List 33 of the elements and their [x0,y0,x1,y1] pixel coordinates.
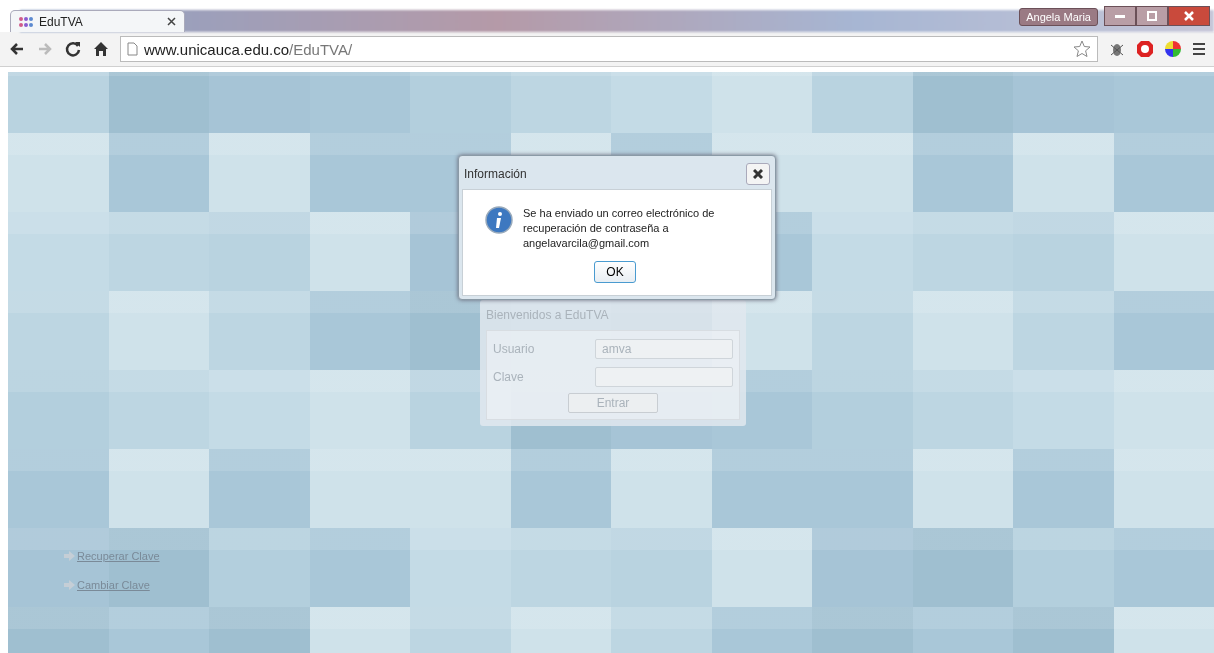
close-button[interactable] [746,163,770,185]
input-field[interactable] [595,367,733,387]
dialog-message: Se ha enviado un correo electrónico de recuperación de contraseña a angelavarcila@gmail.com [523,206,716,251]
url-text: www.unicauca.edu.co/EduTVA/ [144,40,353,58]
color-wheel-icon[interactable] [1164,40,1182,58]
tab-title: EduTVA [39,14,83,29]
field-label: Clave [493,370,524,384]
info-icon [485,206,513,234]
close-icon [1184,11,1194,21]
reload-icon[interactable] [64,40,82,58]
profile-button[interactable]: Angela Maria [1019,8,1098,26]
close-button[interactable] [1168,6,1210,26]
arrow-icon [64,551,75,561]
arrow-icon [64,580,75,590]
app-icon [19,15,33,28]
address-bar[interactable]: www.unicauca.edu.co/EduTVA/ [120,36,1098,62]
close-icon[interactable] [167,17,176,26]
field-label: Usuario [493,342,535,356]
dialog-title: Información [464,167,527,181]
star-icon[interactable] [1073,40,1091,58]
link[interactable]: Recuperar Clave [77,550,160,562]
menu-icon[interactable] [1192,42,1206,56]
maximize-icon [1147,11,1157,21]
close-icon [753,169,763,179]
ok-button[interactable]: OK [594,261,636,283]
minimize-button[interactable] [1104,6,1136,26]
browser-tab[interactable]: EduTVA [10,10,185,32]
maximize-button[interactable] [1136,6,1168,26]
home-icon[interactable] [92,40,110,58]
minimize-icon [1115,14,1125,18]
input-field[interactable]: amva [595,339,733,359]
stop-hand-icon[interactable] [1136,40,1154,58]
page-icon [127,42,138,56]
